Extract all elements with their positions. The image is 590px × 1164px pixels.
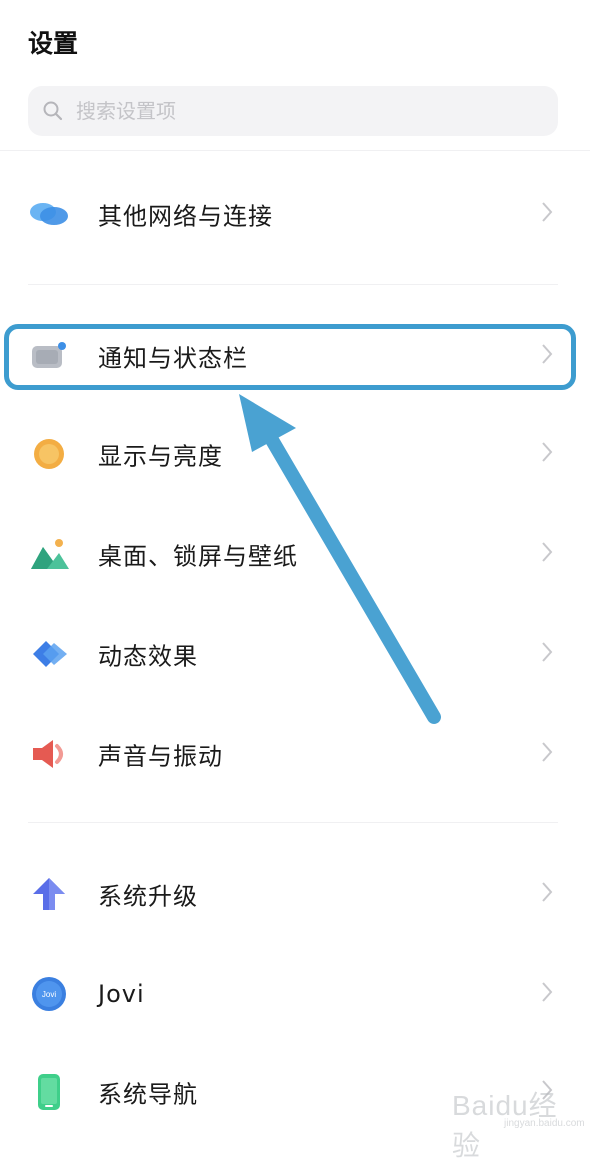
settings-item-label: 系统升级 [98,882,198,911]
chevron-right-icon [540,200,554,228]
settings-item-wallpaper[interactable]: 桌面、锁屏与壁纸 [0,524,590,584]
wallpaper-icon [28,534,70,574]
jovi-icon-text: Jovi [42,990,56,999]
chevron-right-icon [540,342,554,370]
settings-item-label: 系统导航 [98,1080,198,1109]
settings-item-system-navigation[interactable]: 系统导航 [0,1062,590,1122]
chevron-right-icon [540,640,554,668]
divider [0,150,590,151]
system-upgrade-icon [28,874,70,914]
settings-item-label: 动态效果 [98,642,198,671]
settings-item-notification[interactable]: 通知与状态栏 [0,326,590,386]
chevron-right-icon [540,980,554,1008]
settings-item-label: 显示与亮度 [98,442,223,471]
settings-item-label: Jovi [98,980,145,1008]
chevron-right-icon [540,440,554,468]
settings-item-label: 通知与状态栏 [98,344,248,373]
search-icon [43,101,63,121]
sound-vibration-icon [28,734,70,774]
network-connection-icon [28,194,70,234]
notification-statusbar-icon [28,336,70,376]
settings-item-label: 声音与振动 [98,742,223,771]
settings-item-system-upgrade[interactable]: 系统升级 [0,864,590,924]
settings-item-network[interactable]: 其他网络与连接 [0,184,590,244]
search-input[interactable] [74,98,518,124]
search-bar[interactable] [28,86,558,136]
settings-item-label: 其他网络与连接 [98,202,273,231]
settings-item-jovi[interactable]: Jovi Jovi [0,964,590,1024]
settings-item-display[interactable]: 显示与亮度 [0,424,590,484]
settings-item-sound[interactable]: 声音与振动 [0,724,590,784]
chevron-right-icon [540,880,554,908]
divider [28,284,558,285]
dynamic-effects-icon [28,634,70,674]
chevron-right-icon [540,1078,554,1106]
chevron-right-icon [540,540,554,568]
settings-item-dynamic-effects[interactable]: 动态效果 [0,624,590,684]
settings-item-label: 桌面、锁屏与壁纸 [98,542,298,571]
divider [28,822,558,823]
chevron-right-icon [540,740,554,768]
page-title: 设置 [28,29,79,58]
display-brightness-icon [28,434,70,474]
jovi-icon: Jovi [28,974,70,1014]
system-navigation-icon [28,1072,70,1112]
